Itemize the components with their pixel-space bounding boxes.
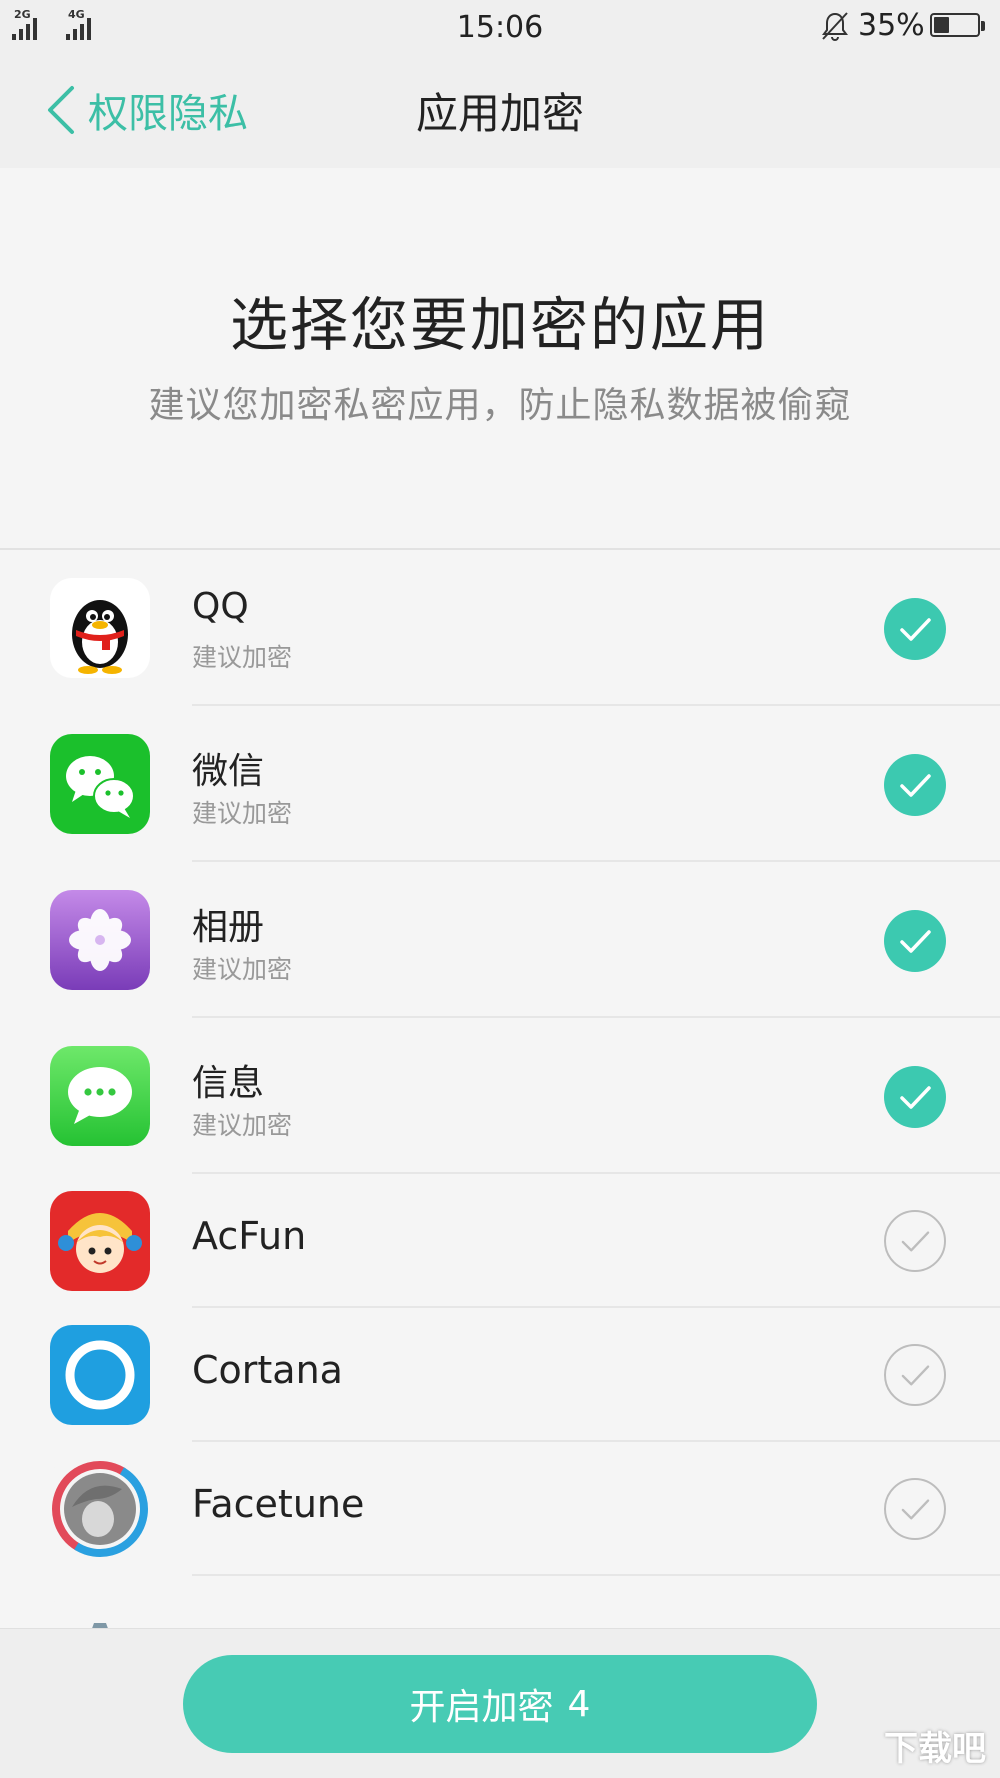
bell-muted-icon bbox=[820, 10, 850, 42]
checkbox-unchecked[interactable] bbox=[884, 1210, 946, 1272]
check-icon bbox=[900, 930, 931, 953]
button-label: 开启加密 bbox=[409, 1687, 554, 1728]
cortana-icon bbox=[50, 1325, 150, 1425]
status-bar: 2G 4G 15:06 35% bbox=[0, 0, 1000, 52]
app-name: 相册 bbox=[192, 907, 265, 948]
qq-icon bbox=[50, 578, 150, 678]
app-name: AcFun bbox=[192, 1214, 307, 1258]
check-icon bbox=[901, 1499, 930, 1520]
app-name: Cortana bbox=[192, 1348, 343, 1392]
checkbox-checked[interactable] bbox=[884, 754, 946, 816]
list-item bbox=[0, 1576, 1000, 1628]
app-icon-partial bbox=[50, 1593, 150, 1628]
checkbox-checked[interactable] bbox=[884, 910, 946, 972]
app-name: Facetune bbox=[192, 1482, 365, 1526]
watermark: 下载吧 bbox=[884, 1729, 986, 1769]
battery-percent: 35% bbox=[858, 8, 925, 43]
nav-bar: 权限隐私 应用加密 bbox=[0, 52, 1000, 168]
wechat-icon bbox=[50, 734, 150, 834]
check-icon bbox=[900, 618, 931, 641]
checkbox-checked[interactable] bbox=[884, 1066, 946, 1128]
list-item[interactable]: Cortana bbox=[0, 1308, 1000, 1442]
list-item[interactable]: AcFun bbox=[0, 1174, 1000, 1308]
bottom-bar: 开启加密 4 下载吧 bbox=[0, 1628, 1000, 1778]
app-hint: 建议加密 bbox=[192, 643, 293, 672]
hero-subtitle: 建议您加密私密应用，防止隐私数据被偷窥 bbox=[148, 385, 852, 426]
app-hint: 建议加密 bbox=[192, 799, 293, 828]
check-icon bbox=[901, 1231, 930, 1252]
app-name: 信息 bbox=[192, 1063, 265, 1104]
selected-count: 4 bbox=[567, 1683, 591, 1725]
app-name: 微信 bbox=[192, 751, 265, 792]
status-time: 15:06 bbox=[456, 10, 544, 45]
checkbox-checked[interactable] bbox=[884, 598, 946, 660]
photos-icon bbox=[50, 890, 150, 990]
list-item[interactable]: 信息 建议加密 bbox=[0, 1018, 1000, 1174]
check-icon bbox=[901, 1365, 930, 1386]
check-icon bbox=[900, 1086, 931, 1109]
list-item[interactable]: Facetune bbox=[0, 1442, 1000, 1576]
page-title: 应用加密 bbox=[415, 89, 584, 138]
app-hint: 建议加密 bbox=[192, 955, 293, 984]
app-name: QQ bbox=[192, 586, 249, 627]
battery-icon bbox=[930, 13, 985, 37]
facetune-icon bbox=[50, 1459, 150, 1559]
acfun-icon bbox=[50, 1191, 150, 1291]
enable-encryption-button[interactable]: 开启加密 4 bbox=[183, 1655, 817, 1753]
list-item[interactable]: 相册 建议加密 bbox=[0, 862, 1000, 1018]
hero-section: 选择您要加密的应用 建议您加密私密应用，防止隐私数据被偷窥 bbox=[0, 168, 1000, 550]
hero-title: 选择您要加密的应用 bbox=[229, 291, 770, 359]
app-hint: 建议加密 bbox=[192, 1111, 293, 1140]
list-item[interactable]: QQ 建议加密 bbox=[0, 550, 1000, 706]
list-item[interactable]: 微信 建议加密 bbox=[0, 706, 1000, 862]
checkbox-unchecked[interactable] bbox=[884, 1344, 946, 1406]
app-list: QQ 建议加密 微信 建议加密 相册 建议加密 信息 建议加密 AcFun Co… bbox=[0, 550, 1000, 1628]
check-icon bbox=[900, 774, 931, 797]
checkbox-unchecked[interactable] bbox=[884, 1478, 946, 1540]
messages-icon bbox=[50, 1046, 150, 1146]
